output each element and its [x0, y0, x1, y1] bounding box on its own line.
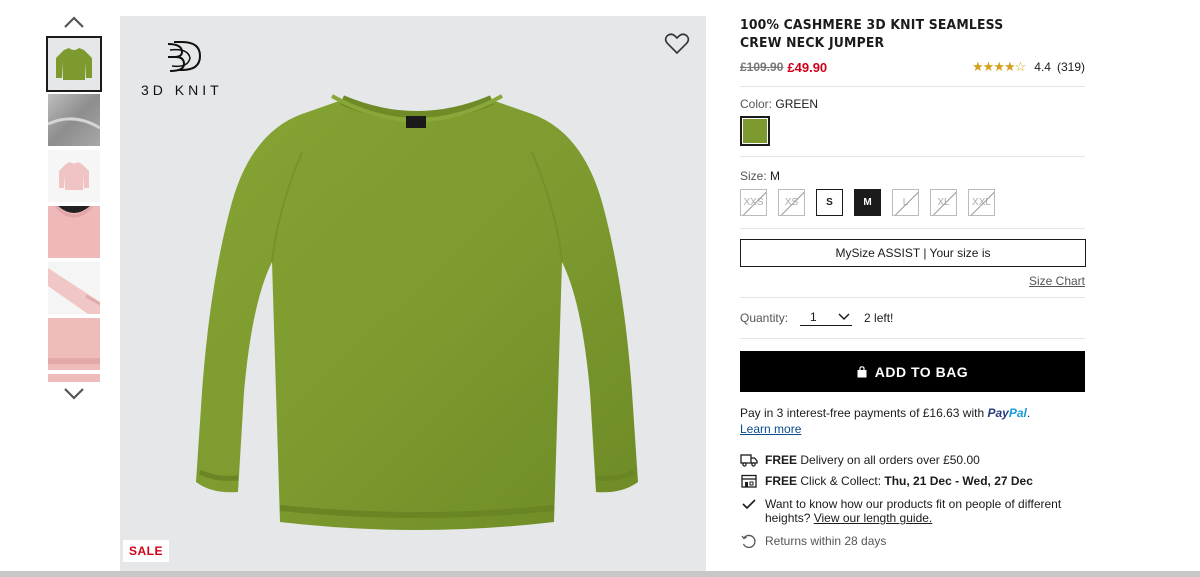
thumbnail-neck-detail[interactable]	[48, 206, 100, 258]
size-m-button[interactable]: M	[854, 189, 881, 216]
divider	[740, 228, 1085, 229]
fit-text-wrap: Want to know how our products fit on peo…	[765, 497, 1085, 525]
fit-info: Want to know how our products fit on peo…	[740, 497, 1085, 525]
divider	[740, 297, 1085, 298]
size-l-button[interactable]: L	[892, 189, 919, 216]
thumbnail-green-jumper[interactable]	[46, 36, 102, 92]
quantity-value: 1	[810, 310, 817, 324]
length-guide-link[interactable]: View our length guide.	[814, 511, 933, 525]
paypal-brand-a: Pay	[987, 406, 1009, 420]
swatch-fill	[743, 119, 767, 143]
original-price: £109.90	[740, 60, 784, 74]
sale-badge: SALE	[123, 540, 170, 562]
thumbnail-list	[46, 36, 102, 382]
size-s-button[interactable]: S	[816, 189, 843, 216]
star-rating-icon: ★★★★☆	[972, 59, 1026, 74]
learn-more-link[interactable]: Learn more	[740, 422, 801, 436]
sale-price: £49.90	[787, 59, 828, 75]
color-label-text: Color:	[740, 97, 773, 111]
delivery-text-wrap: FREE Delivery on all orders over £50.00	[765, 453, 980, 467]
delivery-truck-icon	[740, 454, 758, 467]
size-xxs-button[interactable]: XXS	[740, 189, 767, 216]
green-jumper-image	[196, 94, 638, 530]
thumbnail-hem-detail[interactable]	[48, 318, 100, 370]
collect-text: Click & Collect:	[800, 474, 882, 488]
thumbnail-gallery	[46, 10, 102, 420]
paypal-brand-b: Pal	[1008, 406, 1027, 420]
shopping-bag-icon	[857, 365, 867, 377]
divider	[740, 86, 1085, 87]
quantity-label: Quantity:	[740, 311, 789, 325]
paypal-text: Pay in 3 interest-free payments of £16.6…	[740, 406, 985, 420]
review-count: (319)	[1056, 60, 1085, 74]
color-swatch-green[interactable]	[740, 116, 770, 146]
3d-knit-logo-icon	[167, 41, 202, 72]
paypal-logo: PayPal	[987, 406, 1026, 420]
size-section: Size: M XXS XS S M L XL XXL	[740, 169, 1085, 216]
size-label-text: Size:	[740, 169, 767, 183]
chevron-down-icon[interactable]	[62, 384, 86, 404]
size-label: Size: M	[740, 169, 1085, 183]
stock-message: 2 left!	[864, 311, 894, 325]
rating[interactable]: ★★★★☆ 4.4 (319)	[972, 59, 1085, 75]
price-row: £109.90 £49.90 ★★★★☆ 4.4 (319)	[740, 56, 1085, 78]
paypal-message: Pay in 3 interest-free payments of £16.6…	[740, 405, 1085, 437]
color-label: Color: GREEN	[740, 97, 1085, 111]
size-chart-link[interactable]: Size Chart	[740, 274, 1085, 288]
horizontal-scrollbar[interactable]	[0, 571, 1200, 577]
store-icon	[741, 474, 757, 488]
product-main-image: 3D KNIT SALE	[120, 16, 706, 571]
add-to-bag-button[interactable]: ADD TO BAG	[740, 351, 1085, 392]
paypal-period: .	[1026, 406, 1031, 420]
returns-text: Returns within 28 days	[765, 534, 887, 548]
click-collect-info: FREE Click & Collect: Thu, 21 Dec - Wed,…	[740, 474, 1085, 488]
divider	[740, 156, 1085, 157]
delivery-info: FREE Delivery on all orders over £50.00	[740, 453, 1085, 467]
collect-text-wrap: FREE Click & Collect: Thu, 21 Dec - Wed,…	[765, 474, 1033, 488]
product-title: 100% CASHMERE 3D KNIT SEAMLESS CREW NECK…	[740, 17, 1004, 51]
product-details-panel: 100% CASHMERE 3D KNIT SEAMLESS CREW NECK…	[740, 16, 1086, 548]
divider	[740, 338, 1085, 339]
thumbnail-partial[interactable]	[48, 374, 100, 382]
size-xxl-button[interactable]: XXL	[968, 189, 995, 216]
chevron-down-icon	[838, 313, 850, 321]
rating-value: 4.4	[1034, 60, 1051, 74]
color-value: GREEN	[775, 97, 819, 111]
thumbnail-pink-jumper[interactable]	[48, 150, 100, 202]
chevron-up-icon[interactable]	[62, 12, 86, 32]
quantity-row: Quantity: 1 2 left!	[740, 310, 1085, 326]
checkmark-icon	[742, 499, 756, 510]
size-value: M	[770, 169, 781, 183]
thumbnail-sleeve-detail[interactable]	[48, 262, 100, 314]
collect-dates: Thu, 21 Dec - Wed, 27 Dec	[884, 474, 1033, 488]
delivery-free-label: FREE	[765, 453, 798, 467]
size-xl-button[interactable]: XL	[930, 189, 957, 216]
thumbnail-texture[interactable]	[48, 94, 100, 146]
color-section: Color: GREEN	[740, 97, 1085, 146]
collect-free-label: FREE	[765, 474, 798, 488]
returns-info: Returns within 28 days	[740, 534, 1085, 548]
heart-icon[interactable]	[664, 32, 690, 56]
returns-icon	[741, 534, 756, 548]
delivery-text: Delivery on all orders over £50.00	[800, 453, 980, 467]
size-options: XXS XS S M L XL XXL	[740, 189, 1085, 216]
add-to-bag-label: ADD TO BAG	[874, 363, 969, 380]
mysize-assist-button[interactable]: MySize ASSIST | Your size is	[740, 239, 1086, 267]
size-xs-button[interactable]: XS	[778, 189, 805, 216]
quantity-select[interactable]: 1	[800, 310, 853, 326]
